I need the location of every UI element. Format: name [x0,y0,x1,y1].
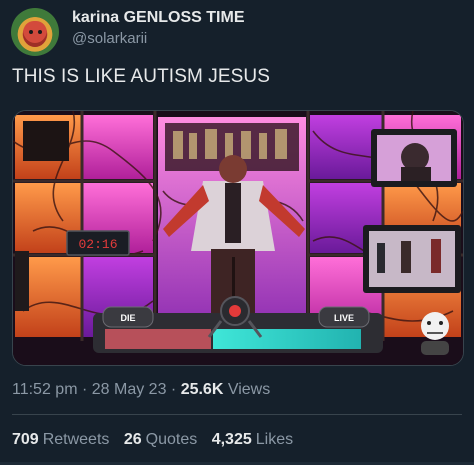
quotes-label: Quotes [145,431,198,448]
quotes-stat[interactable]: 26 Quotes [124,431,197,448]
divider-top [12,414,462,415]
engagement-stats: 709 Retweets 26 Quotes 4,325 Likes [12,431,303,449]
avatar-face [23,21,47,47]
views-label: Views [227,381,271,398]
retweets-count: 709 [12,431,39,448]
likes-count: 4,325 [211,431,252,448]
meta-separator-2: · [166,381,181,398]
watermark-logo [421,312,449,355]
avatar[interactable] [11,8,59,56]
views-count: 25.6K [180,381,224,398]
avatar-eye-left [29,30,33,34]
panel [83,115,153,179]
die-label: DIE [120,313,135,323]
side-box-left [15,251,29,311]
likes-stat[interactable]: 4,325 Likes [212,431,293,448]
retweets-stat[interactable]: 709 Retweets [12,431,109,448]
meta-separator: · [77,381,92,398]
live-label: LIVE [334,313,354,323]
display-name[interactable]: karina GENLOSS TIME [72,9,244,27]
tweet-date[interactable]: 28 May 23 [92,381,167,398]
tweet-media[interactable]: 02:16 DIE LIVE [12,110,464,366]
tweet-text: THIS IS LIKE AUTISM JESUS [12,66,271,87]
handle[interactable]: @solarkarii [72,30,147,47]
likes-label: Likes [255,431,294,448]
quotes-count: 26 [123,431,142,448]
timer-text: 02:16 [78,237,117,252]
monitor-top-left [23,121,69,161]
tweet-time[interactable]: 11:52 pm [12,381,78,398]
avatar-eye-right [38,30,42,34]
tweet-meta: 11:52 pm · 28 May 23 · 25.6K Views [12,381,270,399]
retweets-label: Retweets [42,431,110,448]
media-image: 02:16 DIE LIVE [13,111,463,365]
